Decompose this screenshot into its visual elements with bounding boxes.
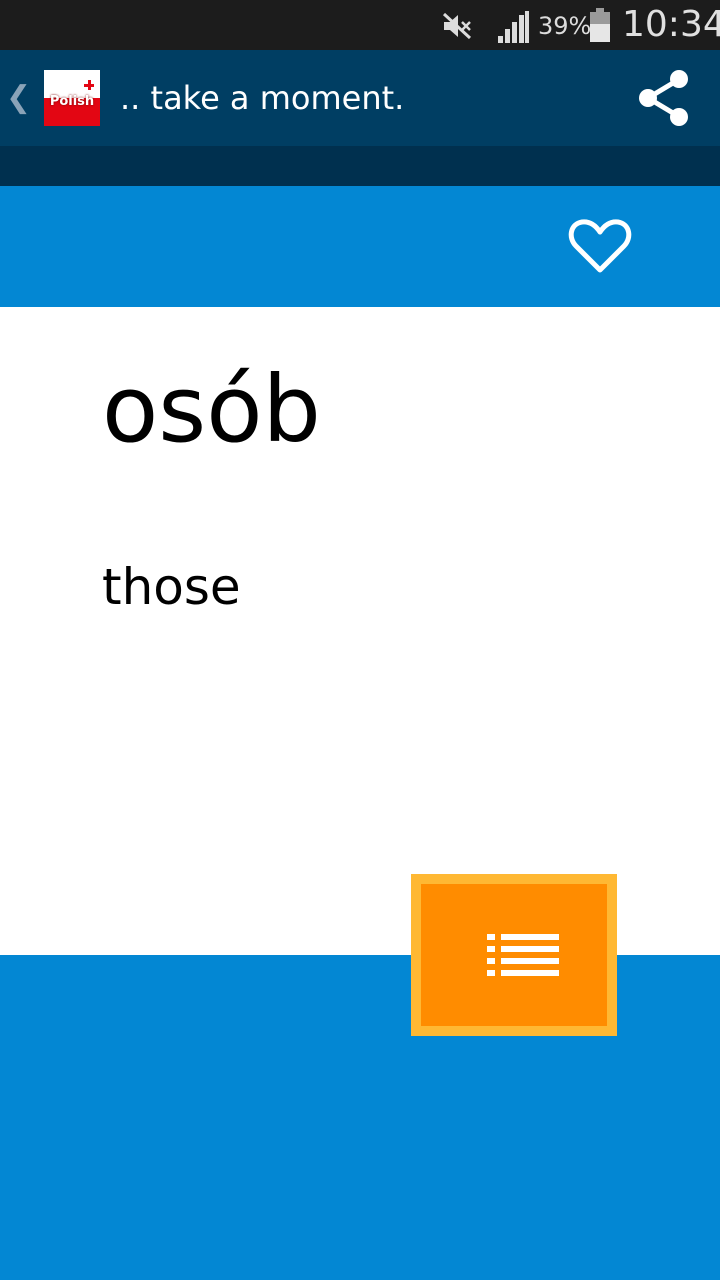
- mute-icon: [440, 10, 474, 42]
- logo-text: Polish: [49, 94, 95, 109]
- signal-icon: [496, 10, 530, 44]
- action-bar: ❮ Polish .. take a moment.: [0, 50, 720, 146]
- foreign-word: osób: [102, 356, 321, 463]
- share-button[interactable]: [630, 66, 698, 130]
- card-header: [0, 186, 720, 307]
- heart-outline-icon: [568, 219, 632, 273]
- chevron-left-icon[interactable]: ❮: [6, 78, 31, 118]
- battery-percent: 39%: [538, 12, 592, 40]
- favorite-button[interactable]: [566, 214, 634, 278]
- status-bar: 39% 10:34: [0, 0, 720, 50]
- app-logo[interactable]: Polish: [44, 70, 100, 126]
- plus-icon: [84, 80, 94, 90]
- page-title: .. take a moment.: [120, 79, 405, 117]
- flashcard: osób those: [0, 307, 720, 955]
- word-list-button[interactable]: [411, 874, 617, 1036]
- share-icon: [639, 70, 688, 126]
- list-icon: [487, 934, 559, 976]
- battery-icon: [589, 8, 611, 42]
- toolbar-shadow-bar: [0, 146, 720, 186]
- status-clock: 10:34: [622, 4, 720, 45]
- translation-text: those: [102, 558, 241, 616]
